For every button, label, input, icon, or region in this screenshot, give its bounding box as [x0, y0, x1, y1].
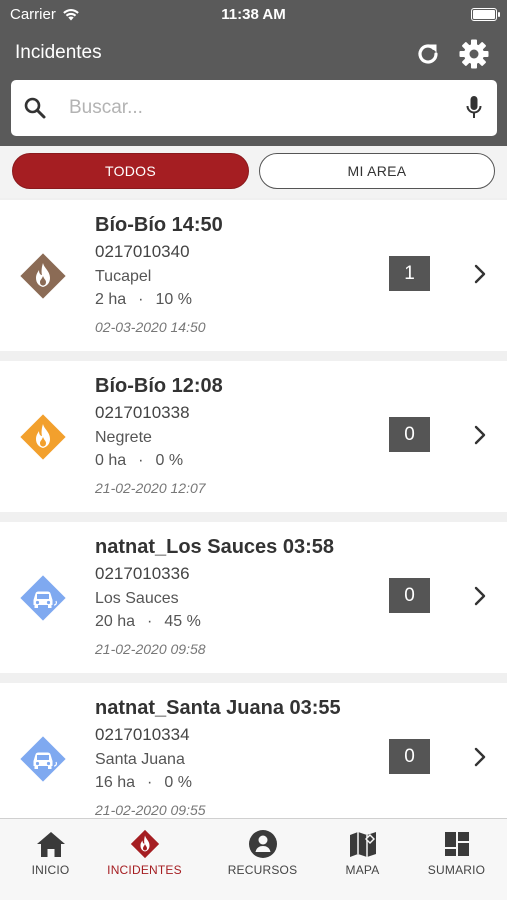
settings-button[interactable] — [458, 38, 490, 70]
incident-date: 21-02-2020 09:58 — [95, 641, 206, 657]
incident-stats: 16 ha · 0 % — [95, 774, 192, 792]
incident-place: Santa Juana — [95, 751, 185, 768]
separator-dot: · — [138, 452, 144, 469]
incident-count-badge: 0 — [389, 578, 430, 613]
refresh-icon — [418, 44, 438, 64]
resources-person-icon — [248, 830, 277, 858]
tab-incidentes[interactable]: INCIDENTES — [94, 819, 195, 900]
incident-stats: 0 ha · 0 % — [95, 452, 183, 470]
incident-date: 21-02-2020 12:07 — [95, 480, 206, 496]
incident-fire-icon — [130, 829, 159, 859]
chevron-right-icon[interactable] — [472, 424, 488, 446]
incident-percent: 45 % — [164, 613, 201, 630]
incident-stats: 2 ha · 10 % — [95, 291, 192, 309]
search-icon — [24, 97, 46, 119]
incident-card[interactable]: Bío-Bío 12:08 0217010338 Negrete 0 ha · 0 … — [0, 361, 507, 512]
incident-place: Negrete — [95, 429, 152, 446]
page-title: Incidentes — [15, 42, 102, 63]
incident-code: 0217010334 — [95, 725, 190, 744]
filter-segment: TODOS MI AREA — [0, 146, 507, 198]
tab-inicio[interactable]: INICIO — [0, 819, 101, 900]
incident-date: 02-03-2020 14:50 — [95, 319, 206, 335]
separator-dot: · — [147, 774, 153, 791]
header: Incidentes Buscar... — [0, 30, 507, 146]
filter-my-area-button[interactable]: MI AREA — [259, 153, 495, 189]
tab-recursos[interactable]: RECURSOS — [212, 819, 313, 900]
incident-name: natnat_Santa Juana 03:55 — [95, 697, 341, 719]
home-icon — [36, 832, 65, 857]
incident-percent: 0 % — [155, 452, 184, 469]
separator-dot: · — [138, 291, 144, 308]
fire-brown-icon — [20, 253, 66, 299]
gear-icon — [459, 39, 489, 69]
vehicle-blue-icon — [20, 575, 66, 621]
incident-percent: 0 % — [164, 774, 192, 791]
status-time: 11:38 AM — [221, 6, 286, 23]
tab-label: INICIO — [31, 863, 70, 877]
incident-card[interactable]: natnat_Santa Juana 03:55 0217010334 Sant… — [0, 683, 507, 818]
tab-label: RECURSOS — [227, 863, 298, 877]
battery-icon — [471, 8, 500, 21]
incident-place: Los Sauces — [95, 590, 179, 607]
chevron-right-icon[interactable] — [472, 746, 488, 768]
incident-stats: 20 ha · 45 % — [95, 613, 201, 631]
tab-bar: INICIO INCIDENTES RECURSOS MAPA SUMARIO — [0, 818, 507, 900]
incident-card[interactable]: natnat_Los Sauces 03:58 0217010336 Los S… — [0, 522, 507, 673]
incident-code: 0217010336 — [95, 564, 190, 583]
vehicle-blue-icon — [20, 736, 66, 782]
refresh-button[interactable] — [412, 38, 444, 70]
chevron-right-icon[interactable] — [472, 585, 488, 607]
separator-dot: · — [147, 613, 153, 630]
search-input[interactable]: Buscar... — [69, 97, 143, 119]
incident-code: 0217010338 — [95, 403, 190, 422]
incident-code: 0217010340 — [95, 242, 190, 261]
incident-percent: 10 % — [155, 291, 192, 308]
incident-name: Bío-Bío 12:08 — [95, 375, 223, 397]
tab-label: INCIDENTES — [107, 863, 182, 877]
incident-place: Tucapel — [95, 268, 152, 285]
incident-area: 16 ha — [95, 774, 136, 791]
incident-name: natnat_Los Sauces 03:58 — [95, 536, 334, 558]
tab-label: MAPA — [345, 863, 380, 877]
incident-area: 0 ha — [95, 452, 127, 469]
map-icon — [349, 832, 376, 857]
incident-count-badge: 0 — [389, 417, 430, 452]
search-bar[interactable]: Buscar... — [11, 80, 497, 136]
incident-card[interactable]: Bío-Bío 14:50 0217010340 Tucapel 2 ha · 10… — [0, 200, 507, 351]
tab-sumario[interactable]: SUMARIO — [406, 819, 507, 900]
chevron-right-icon[interactable] — [472, 263, 488, 285]
microphone-icon[interactable] — [465, 95, 483, 121]
tab-label: SUMARIO — [427, 863, 486, 877]
incident-name: Bío-Bío 14:50 — [95, 214, 223, 236]
status-bar: Carrier 11:38 AM — [0, 0, 507, 30]
incident-list: Bío-Bío 14:50 0217010340 Tucapel 2 ha · 10… — [0, 200, 507, 818]
incident-count-badge: 0 — [389, 739, 430, 774]
incident-date: 21-02-2020 09:55 — [95, 802, 206, 818]
fire-orange-icon — [20, 414, 66, 460]
dashboard-icon — [444, 832, 469, 856]
incident-count-badge: 1 — [389, 256, 430, 291]
incident-area: 20 ha — [95, 613, 136, 630]
incident-area: 2 ha — [95, 291, 127, 308]
tab-mapa[interactable]: MAPA — [312, 819, 413, 900]
filter-all-button[interactable]: TODOS — [12, 153, 249, 189]
